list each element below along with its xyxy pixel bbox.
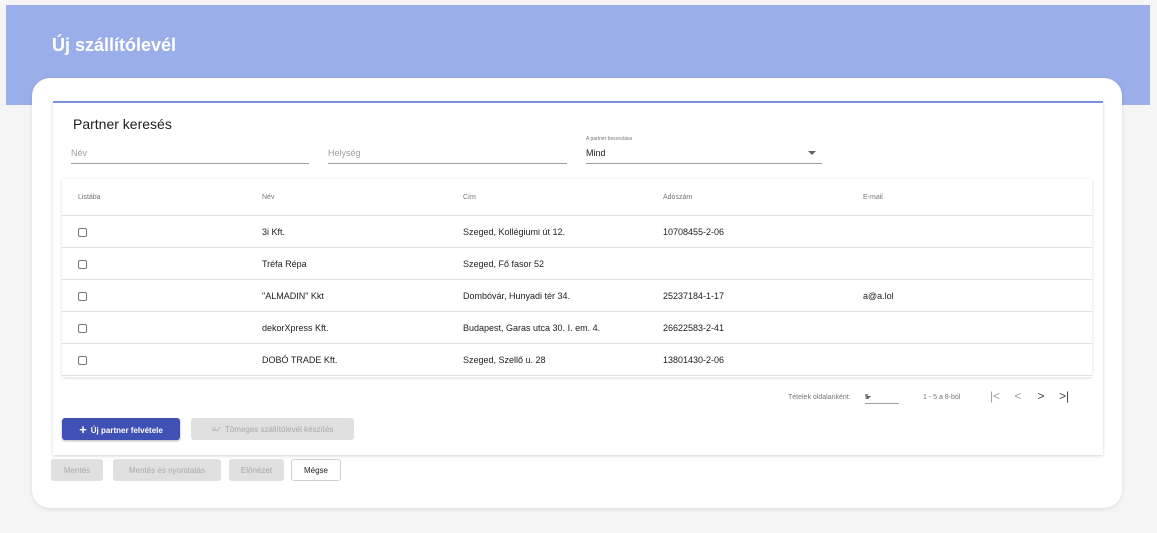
page-size-select[interactable]: 5 xyxy=(865,391,899,404)
partner-table: Listába Név Cím Adószám E-mail 3i Kft. S… xyxy=(62,179,1092,377)
chevron-right-icon[interactable]: > xyxy=(1033,389,1049,403)
city-field xyxy=(328,143,567,164)
partner-tax xyxy=(663,247,863,280)
col-header-address[interactable]: Cím xyxy=(463,179,663,216)
bulk-delivery-note-button[interactable]: ≡✓ Tömeges szállítólevél készítés xyxy=(191,418,354,440)
row-checkbox[interactable] xyxy=(78,355,87,365)
table-row: 3i Kft. Szeged, Kollégiumi út 12. 107084… xyxy=(62,215,1092,248)
table-row: Tréfa Répa Szeged, Fő fasor 52 xyxy=(62,247,1092,280)
preview-button[interactable]: Előnézet xyxy=(229,459,284,481)
row-checkbox[interactable] xyxy=(78,291,87,301)
row-checkbox-cell xyxy=(62,343,262,376)
plus-icon: + xyxy=(79,421,87,437)
rating-label: A partner besorolása xyxy=(586,136,633,142)
last-page-icon[interactable]: >| xyxy=(1056,389,1072,403)
new-partner-label: Új partner felvétele xyxy=(90,425,163,435)
partner-address: Szeged, Szellő u. 28 xyxy=(463,343,663,376)
panel-title: Partner keresés xyxy=(73,116,172,132)
partner-tax: 10708455-2-06 xyxy=(663,215,863,248)
chevron-left-icon[interactable]: < xyxy=(1010,389,1026,403)
partner-address: Dombóvár, Hunyadi tér 34. xyxy=(463,279,663,312)
partner-name: dekorXpress Kft. xyxy=(262,311,463,344)
partner-name: 3i Kft. xyxy=(262,215,463,248)
partner-name: Tréfa Répa xyxy=(262,247,463,280)
partner-tax: 25237184-1-17 xyxy=(663,279,863,312)
cancel-button[interactable]: Mégse xyxy=(291,459,341,481)
new-partner-button[interactable]: + Új partner felvétele xyxy=(62,418,180,440)
table-row: dekorXpress Kft. Budapest, Garas utca 30… xyxy=(62,311,1092,344)
partner-address: Szeged, Kollégiumi út 12. xyxy=(463,215,663,248)
partner-tax: 13801430-2-06 xyxy=(663,343,863,376)
dropdown-arrow-icon xyxy=(865,396,871,399)
paginator: Tételek oldalanként: 5 1 - 5 a 8-ból |< … xyxy=(53,389,1103,407)
rating-value: Mind xyxy=(586,148,606,158)
page-title: Új szállítólevél xyxy=(52,35,177,55)
partner-tax: 26622583-2-41 xyxy=(663,311,863,344)
partner-name: "ALMADIN" Kkt xyxy=(262,279,463,312)
partner-address: Szeged, Fő fasor 52 xyxy=(463,247,663,280)
row-checkbox-cell xyxy=(62,279,262,312)
partner-email xyxy=(863,343,1092,376)
main-card: Partner keresés A partner besorolása Min… xyxy=(32,78,1122,508)
row-checkbox-cell xyxy=(62,215,262,248)
table-row: "ALMADIN" Kkt Dombóvár, Hunyadi tér 34. … xyxy=(62,279,1092,312)
table-row: DOBÓ TRADE Kft. Szeged, Szellő u. 28 138… xyxy=(62,343,1092,376)
partner-email: a@a.lol xyxy=(863,279,1092,312)
save-button[interactable]: Mentés xyxy=(51,459,103,481)
col-header-email[interactable]: E-mail xyxy=(863,179,1092,216)
row-checkbox[interactable] xyxy=(78,227,87,237)
col-header-name[interactable]: Név xyxy=(262,179,463,216)
name-field xyxy=(71,143,309,164)
items-per-page-label: Tételek oldalanként: xyxy=(788,394,851,401)
col-header-list[interactable]: Listába xyxy=(62,179,262,216)
partner-email xyxy=(863,247,1092,280)
city-input[interactable] xyxy=(328,144,567,158)
bulk-label: Tömeges szállítólevél készítés xyxy=(224,424,334,434)
row-checkbox[interactable] xyxy=(78,259,87,269)
dropdown-arrow-icon xyxy=(808,151,816,155)
partner-name: DOBÓ TRADE Kft. xyxy=(262,343,463,376)
table-header-row: Listába Név Cím Adószám E-mail xyxy=(62,179,1092,216)
page-range-label: 1 - 5 a 8-ból xyxy=(923,394,961,401)
partner-search-panel: Partner keresés A partner besorolása Min… xyxy=(53,101,1103,455)
row-checkbox-cell xyxy=(62,311,262,344)
partner-email xyxy=(863,311,1092,344)
rating-select[interactable]: A partner besorolása Mind xyxy=(586,136,822,164)
partner-email xyxy=(863,215,1092,248)
save-and-print-button[interactable]: Mentés és nyomtatás xyxy=(113,459,221,481)
col-header-tax[interactable]: Adószám xyxy=(663,179,863,216)
row-checkbox-cell xyxy=(62,247,262,280)
partner-address: Budapest, Garas utca 30. I. em. 4. xyxy=(463,311,663,344)
name-input[interactable] xyxy=(71,144,309,158)
row-checkbox[interactable] xyxy=(78,323,87,333)
first-page-icon[interactable]: |< xyxy=(987,389,1003,403)
playlist-check-icon: ≡✓ xyxy=(211,424,222,434)
